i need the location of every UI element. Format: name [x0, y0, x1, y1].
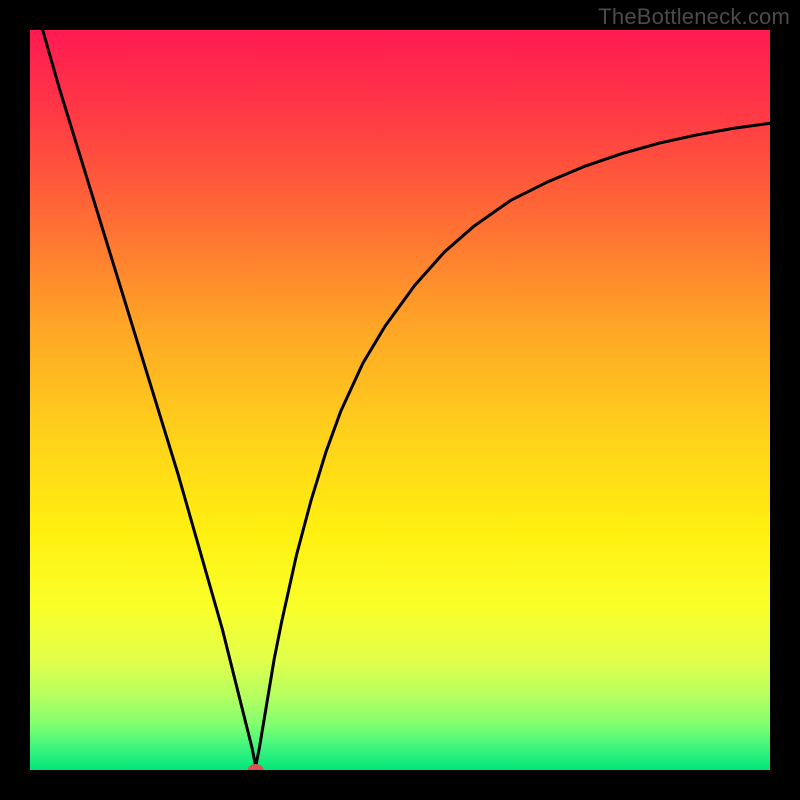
chart-frame: TheBottleneck.com — [0, 0, 800, 800]
gradient-background — [30, 30, 770, 770]
watermark-text: TheBottleneck.com — [598, 4, 790, 30]
plot-svg — [30, 30, 770, 770]
plot-area — [30, 30, 770, 770]
